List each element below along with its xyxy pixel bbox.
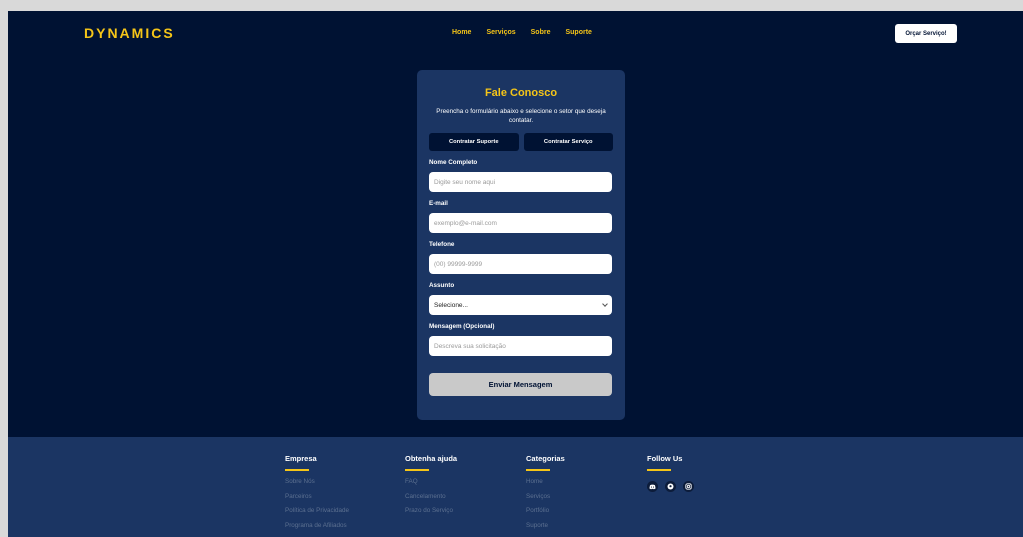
heading-underline <box>285 469 309 471</box>
footer-link-faq[interactable]: FAQ <box>405 478 457 493</box>
quote-button[interactable]: Orçar Serviço! <box>895 24 957 43</box>
nav-servicos[interactable]: Serviços <box>486 29 515 36</box>
footer-col-follow: Follow Us <box>647 454 694 492</box>
footer-col-ajuda: Obtenha ajuda FAQ Cancelamento Prazo do … <box>405 454 457 522</box>
footer-link-home[interactable]: Home <box>526 478 565 493</box>
github-icon[interactable] <box>665 481 676 492</box>
footer-heading-categorias: Categorias <box>526 454 565 463</box>
footer-link-parceiros[interactable]: Parceiros <box>285 493 349 508</box>
contratar-suporte-button[interactable]: Contratar Suporte <box>429 133 519 151</box>
contact-form: Fale Conosco Preencha o formulário abaix… <box>417 70 625 420</box>
footer-link-afiliados[interactable]: Programa de Afiliados <box>285 522 349 537</box>
heading-underline <box>405 469 429 471</box>
footer-col-empresa: Empresa Sobre Nós Parceiros Política de … <box>285 454 349 536</box>
phone-input[interactable]: (00) 99999-9999 <box>429 254 612 274</box>
nav-home[interactable]: Home <box>452 29 471 36</box>
name-input[interactable]: Digite seu nome aqui <box>429 172 612 192</box>
footer-link-servicos[interactable]: Serviços <box>526 493 565 508</box>
footer-link-suporte[interactable]: Suporte <box>526 522 565 537</box>
page: DYNAMICS Home Serviços Sobre Suporte Orç… <box>8 11 1023 537</box>
subject-select[interactable]: Selecione... <box>429 295 612 315</box>
submit-button[interactable]: Enviar Mensagem <box>429 373 612 396</box>
footer-heading-follow: Follow Us <box>647 454 683 463</box>
logo[interactable]: DYNAMICS <box>84 25 175 41</box>
subject-label: Assunto <box>429 282 455 289</box>
main-nav: Home Serviços Sobre Suporte <box>452 29 592 36</box>
footer-link-portfolio[interactable]: Portfólio <box>526 507 565 522</box>
phone-label: Telefone <box>429 241 455 248</box>
name-label: Nome Completo <box>429 159 478 166</box>
message-label: Mensagem (Opcional) <box>429 323 495 330</box>
footer-link-privacidade[interactable]: Política de Privacidade <box>285 507 349 522</box>
instagram-icon[interactable] <box>683 481 694 492</box>
form-title: Fale Conosco <box>484 87 558 99</box>
chevron-down-icon <box>602 301 608 307</box>
footer-link-cancelamento[interactable]: Cancelamento <box>405 493 457 508</box>
social-links <box>647 481 694 492</box>
nav-sobre[interactable]: Sobre <box>531 29 551 36</box>
footer-heading-ajuda: Obtenha ajuda <box>405 454 458 463</box>
footer: Empresa Sobre Nós Parceiros Política de … <box>8 437 1023 537</box>
form-subtitle: Preencha o formulário abaixo e selecione… <box>436 108 606 124</box>
message-input[interactable]: Descreva sua solicitação <box>429 336 612 356</box>
footer-link-sobre-nos[interactable]: Sobre Nós <box>285 478 349 493</box>
footer-col-categorias: Categorias Home Serviços Portfólio Supor… <box>526 454 565 536</box>
footer-link-prazo[interactable]: Prazo do Serviço <box>405 507 457 522</box>
email-label: E-mail <box>429 200 448 207</box>
sector-toggle: Contratar Suporte Contratar Serviço <box>429 133 613 151</box>
nav-suporte[interactable]: Suporte <box>565 29 591 36</box>
heading-underline <box>526 469 550 471</box>
header: DYNAMICS Home Serviços Sobre Suporte Orç… <box>8 11 1023 55</box>
subject-value: Selecione... <box>434 301 468 309</box>
footer-heading-empresa: Empresa <box>285 454 317 463</box>
heading-underline <box>647 469 671 471</box>
email-input[interactable]: exemplo@e-mail.com <box>429 213 612 233</box>
contratar-servico-button[interactable]: Contratar Serviço <box>523 133 613 151</box>
discord-icon[interactable] <box>647 481 658 492</box>
